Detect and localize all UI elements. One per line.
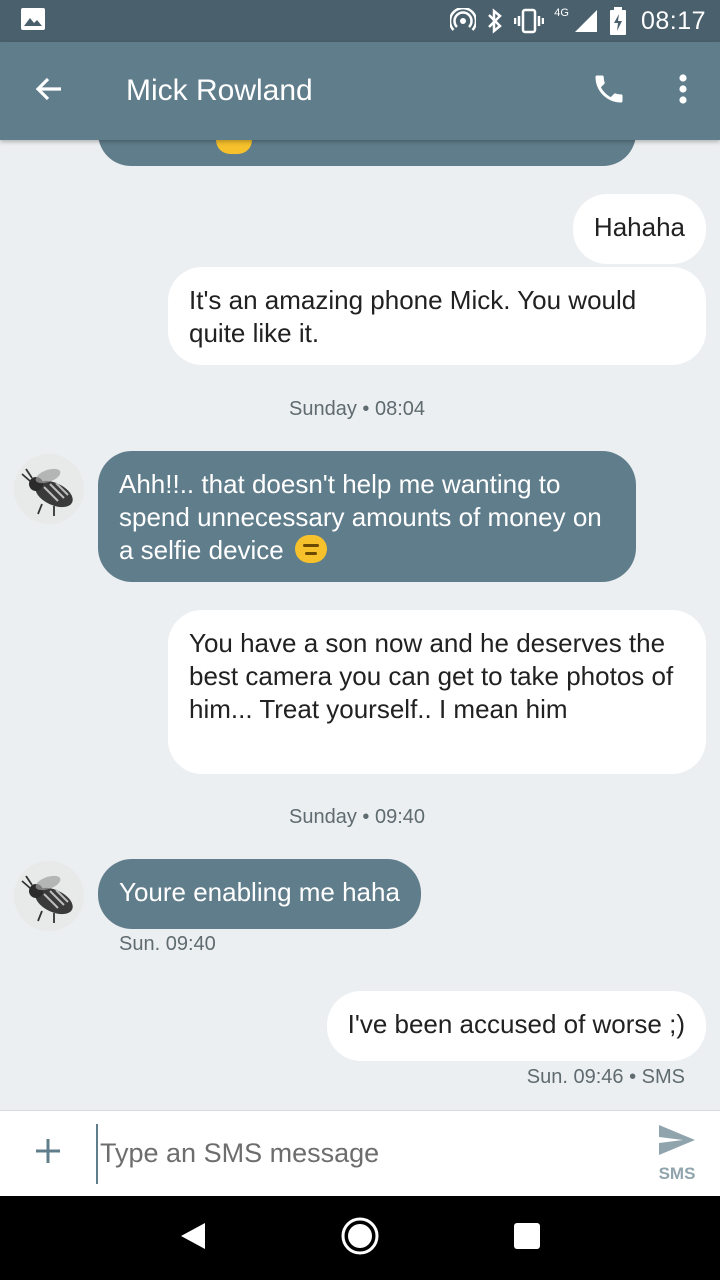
call-button[interactable]: [572, 42, 646, 140]
bee-avatar-icon: [21, 468, 73, 516]
date-divider: Sunday • 09:40: [289, 806, 425, 828]
message-text: Hahaha: [593, 212, 685, 242]
message-bubble-outgoing[interactable]: I've been accused of worse ;): [326, 991, 706, 1061]
signal-icon: [573, 8, 599, 34]
nav-back-button[interactable]: [153, 1196, 233, 1280]
message-bubble-incoming-partial[interactable]: [98, 140, 636, 166]
contact-avatar[interactable]: [14, 454, 84, 524]
status-time: 08:17: [640, 6, 706, 35]
back-button[interactable]: [0, 42, 98, 140]
message-bubble-incoming[interactable]: Ahh!!.. that doesn't help me wanting to …: [98, 451, 636, 582]
message-text: It's an amazing phone Mick. You would qu…: [189, 285, 637, 348]
phone-icon: [591, 71, 627, 112]
bluetooth-icon: [486, 8, 504, 34]
message-input[interactable]: [96, 1123, 634, 1184]
image-notification-icon: [20, 7, 46, 36]
send-button[interactable]: SMS: [634, 1111, 720, 1197]
more-options-button[interactable]: [646, 42, 720, 140]
contact-name: Mick Rowland: [126, 74, 313, 107]
app-bar: Mick Rowland: [0, 42, 720, 140]
message-text: Ahh!!.. that doesn't help me wanting to …: [119, 469, 602, 565]
message-text: Youre enabling me haha: [119, 877, 400, 907]
message-text: You have a son now and he deserves the b…: [189, 628, 674, 724]
bee-avatar-icon: [21, 875, 73, 923]
message-text: I've been accused of worse ;): [347, 1009, 685, 1039]
send-channel-label: SMS: [658, 1164, 696, 1183]
message-bubble-incoming[interactable]: Youre enabling me haha: [98, 859, 421, 929]
message-bubble-outgoing[interactable]: Hahaha: [572, 194, 706, 264]
message-meta: Sun. 09:46 • SMS: [526, 1066, 685, 1088]
hotspot-icon: [450, 8, 477, 34]
message-bubble-outgoing[interactable]: You have a son now and he deserves the b…: [168, 610, 706, 774]
vibrate-icon: [514, 8, 545, 34]
circle-home-icon: [340, 1216, 380, 1261]
expressionless-face-emoji-icon: [295, 535, 327, 563]
more-vert-icon: [678, 73, 688, 110]
message-bubble-outgoing[interactable]: It's an amazing phone Mick. You would qu…: [168, 267, 706, 365]
square-recents-icon: [513, 1222, 541, 1255]
date-divider: Sunday • 08:04: [289, 398, 425, 420]
status-bar: 4G 08:17: [0, 0, 720, 42]
triangle-back-icon: [179, 1221, 207, 1256]
nav-home-button[interactable]: [320, 1196, 400, 1280]
emoji-partial-icon: [216, 140, 252, 154]
attach-button[interactable]: [0, 1111, 96, 1197]
plus-icon: [34, 1137, 62, 1170]
conversation-list[interactable]: Hahaha It's an amazing phone Mick. You w…: [0, 140, 720, 1110]
compose-bar: SMS: [0, 1110, 720, 1196]
contact-avatar[interactable]: [14, 861, 84, 931]
nav-recents-button[interactable]: [487, 1196, 567, 1280]
network-type-label: 4G: [554, 7, 569, 19]
battery-charging-icon: [609, 7, 627, 35]
send-icon: [657, 1123, 697, 1162]
arrow-back-icon: [33, 73, 65, 110]
system-nav-bar: [0, 1196, 720, 1280]
message-meta: Sun. 09:40: [119, 933, 216, 955]
